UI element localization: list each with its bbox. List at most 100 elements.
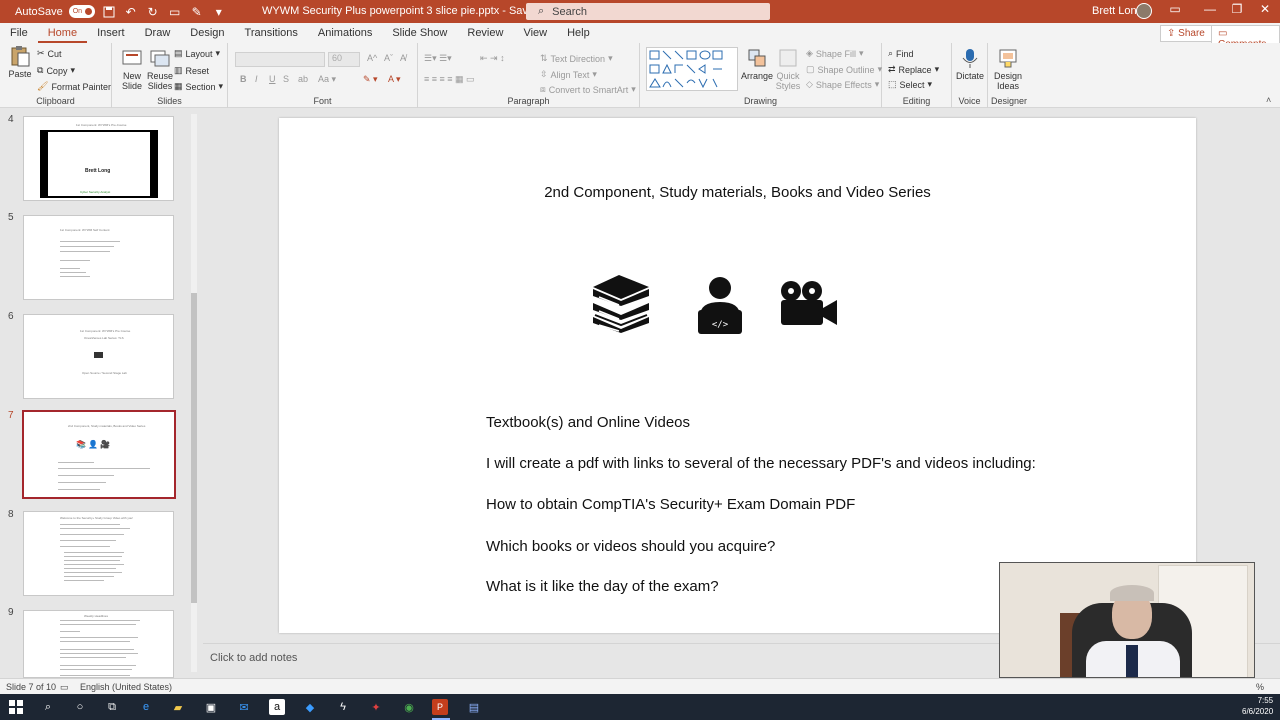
align-icons[interactable]: ≡ ≡ ≡ ≡ ▦ ▭	[424, 74, 475, 85]
paste-button[interactable]: Paste	[4, 45, 36, 79]
align-text-button[interactable]: ⇳ Align Text ▾	[540, 69, 597, 80]
undo-icon[interactable]: ↶	[123, 4, 139, 20]
italic-icon[interactable]: I	[255, 74, 258, 84]
dictate-button[interactable]: Dictate	[954, 47, 986, 81]
replace-button[interactable]: ⇄ Replace ▾	[888, 64, 939, 75]
tab-slide-show[interactable]: Slide Show	[382, 27, 457, 43]
mail-icon[interactable]: ✉	[236, 699, 252, 715]
tab-transitions[interactable]: Transitions	[235, 27, 308, 43]
font-size-box[interactable]: 60	[328, 52, 360, 67]
save-icon[interactable]	[101, 4, 117, 20]
chrome-icon[interactable]: ◉	[401, 699, 417, 715]
books-icon[interactable]	[589, 273, 653, 333]
slide-thumbnail-4[interactable]: 1st Component: WYWM’s Pre-Course Brett L…	[23, 116, 174, 201]
tab-home[interactable]: Home	[37, 27, 88, 43]
shape-outline-button[interactable]: ▢ Shape Outline ▾	[806, 64, 882, 75]
amazon-icon[interactable]: a	[269, 699, 285, 715]
slide-canvas[interactable]: 2nd Component, Study materials, Books an…	[279, 118, 1196, 633]
quick-styles-button[interactable]: Quick Styles	[772, 47, 804, 91]
convert-smartart-button[interactable]: ⧈ Convert to SmartArt ▾	[540, 84, 636, 95]
copy-button[interactable]: ⧉ Copy ▾	[37, 65, 75, 76]
slide-thumbnail-9[interactable]: Weekly Headlines	[23, 610, 174, 678]
slide-scrollbar[interactable]	[1270, 108, 1280, 678]
app-window-icon[interactable]: ▤	[466, 699, 482, 715]
slide-thumbnail-7[interactable]: 2nd Component, Study materials, Books an…	[22, 410, 176, 499]
file-explorer-icon[interactable]: ▰	[170, 699, 186, 715]
bold-icon[interactable]: B	[240, 74, 247, 84]
collapse-ribbon-icon[interactable]: ˄	[1266, 95, 1271, 105]
find-button[interactable]: ⌕ Find	[888, 48, 914, 59]
dropbox-icon[interactable]: ◆	[302, 699, 318, 715]
layout-button[interactable]: ▤ Layout ▾	[174, 48, 220, 59]
avatar[interactable]	[1136, 3, 1152, 19]
lightning-app-icon[interactable]: ϟ	[335, 699, 351, 715]
design-ideas-button[interactable]: Design Ideas	[992, 47, 1024, 91]
slide-thumbnail-5[interactable]: 1st Component: WYWM Self Content	[23, 215, 174, 300]
zoom-level[interactable]: %	[1256, 682, 1264, 692]
tab-animations[interactable]: Animations	[308, 27, 382, 43]
tab-help[interactable]: Help	[557, 27, 600, 43]
shape-effects-button[interactable]: ◇ Shape Effects ▾	[806, 79, 879, 90]
shrink-font-icon[interactable]: Aˇ	[384, 53, 393, 63]
cut-button[interactable]: ✂ Cut	[37, 48, 62, 59]
highlight-icon[interactable]: ✎ ▾	[363, 74, 378, 85]
tab-file[interactable]: File	[0, 27, 38, 43]
body-line-domain-pdf[interactable]: How to obtain CompTIA's Security+ Exam D…	[486, 496, 855, 513]
indent-icons[interactable]: ⇤ ⇥ ↕	[480, 53, 505, 64]
restore-button[interactable]: ❐	[1222, 2, 1252, 16]
reuse-slides-button[interactable]: Reuse Slides	[144, 47, 176, 91]
body-line-exam-day[interactable]: What is it like the day of the exam?	[486, 578, 719, 595]
close-button[interactable]: ✕	[1250, 2, 1280, 16]
slide-counter[interactable]: Slide 7 of 10	[6, 682, 56, 692]
task-view-icon[interactable]: ⧉	[104, 699, 120, 715]
body-line-textbook[interactable]: Textbook(s) and Online Videos	[486, 414, 690, 431]
windows-start-icon[interactable]	[8, 699, 24, 715]
char-spacing-icon[interactable]: ab	[298, 74, 308, 84]
bullets-icon[interactable]: ☰▾ ☰▾	[424, 53, 452, 64]
tab-design[interactable]: Design	[180, 27, 234, 43]
minimize-button[interactable]: —	[1195, 2, 1225, 16]
slide-thumbnail-8[interactable]: Welcome to the Security+ Study Group Vid…	[23, 511, 174, 596]
edge-icon[interactable]: e	[138, 699, 154, 715]
redo-icon[interactable]: ↻	[145, 4, 161, 20]
grow-font-icon[interactable]: A^	[367, 53, 377, 63]
customize-qat-icon[interactable]: ▾	[211, 4, 227, 20]
powerpoint-icon[interactable]: P	[432, 699, 448, 715]
tab-insert[interactable]: Insert	[87, 27, 135, 43]
arrange-button[interactable]: Arrange	[740, 47, 774, 81]
draw-icon[interactable]: ✎	[189, 4, 205, 20]
notes-placeholder[interactable]: Click to add notes	[210, 652, 297, 664]
search-box[interactable]: ⌕ Search	[526, 3, 770, 20]
slide-title[interactable]: 2nd Component, Study materials, Books an…	[279, 184, 1196, 201]
video-camera-icon[interactable]	[779, 280, 839, 326]
autosave-toggle[interactable]: On	[68, 5, 95, 18]
font-name-box[interactable]	[235, 52, 325, 67]
strikethrough-icon[interactable]: S	[283, 74, 289, 84]
text-direction-button[interactable]: ⇅ Text Direction ▾	[540, 53, 613, 64]
search-taskbar-icon[interactable]: ⌕	[40, 699, 56, 715]
red-app-icon[interactable]: ✦	[368, 699, 384, 715]
language-indicator[interactable]: English (United States)	[80, 682, 172, 692]
body-line-pdf[interactable]: I will create a pdf with links to severa…	[486, 455, 1036, 472]
share-button[interactable]: ⇪ Share	[1160, 25, 1212, 42]
developer-icon[interactable]: </>	[696, 276, 744, 334]
font-color-icon[interactable]: A ▾	[388, 74, 401, 85]
thumbnail-scrollbar[interactable]	[189, 108, 199, 678]
tab-review[interactable]: Review	[457, 27, 513, 43]
accessibility-icon[interactable]: ▭	[60, 682, 69, 693]
tab-view[interactable]: View	[513, 27, 557, 43]
underline-icon[interactable]: U	[269, 74, 276, 84]
body-line-books[interactable]: Which books or videos should you acquire…	[486, 538, 775, 555]
select-button[interactable]: ⬚ Select ▾	[888, 79, 932, 90]
reset-button[interactable]: ▥ Reset	[174, 65, 209, 76]
shapes-gallery[interactable]	[646, 47, 738, 91]
format-painter-button[interactable]: 🖌 Format Painter	[37, 81, 111, 92]
shape-fill-button[interactable]: ◈ Shape Fill ▾	[806, 48, 863, 59]
system-clock[interactable]: 7:55 6/6/2020	[1242, 695, 1273, 717]
presentation-icon[interactable]: ▭	[167, 4, 183, 20]
store-icon[interactable]: ▣	[203, 699, 219, 715]
section-button[interactable]: ▦ Section ▾	[174, 81, 223, 92]
change-case-icon[interactable]: Aa ▾	[318, 74, 336, 85]
scroll-thumb[interactable]	[191, 293, 197, 603]
clear-format-icon[interactable]: A̸	[400, 53, 406, 63]
